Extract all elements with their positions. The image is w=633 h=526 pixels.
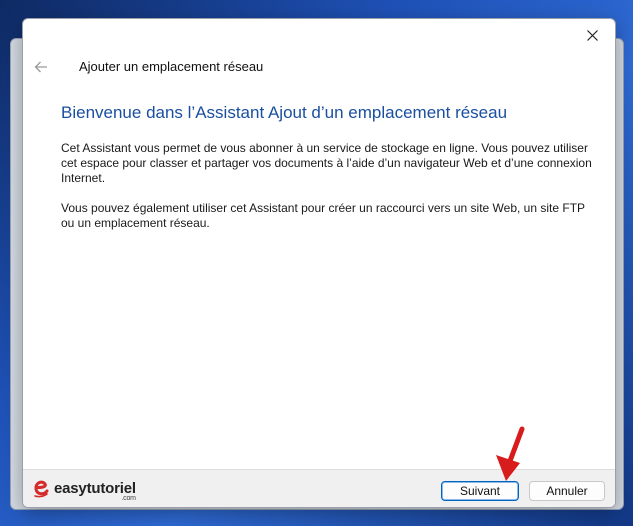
back-arrow-icon: [34, 61, 47, 73]
welcome-heading: Bienvenue dans l’Assistant Ajout d’un em…: [61, 103, 508, 122]
navigation-row: Ajouter un emplacement réseau: [23, 53, 615, 85]
close-icon: [586, 29, 598, 41]
cancel-button[interactable]: Annuler: [529, 481, 605, 501]
easytutoriel-logo-icon: [34, 480, 49, 498]
red-arrow-annotation: [496, 426, 525, 481]
dialog-title: Ajouter un emplacement réseau: [79, 59, 264, 74]
easytutoriel-logo: easytutoriel .com: [33, 476, 136, 502]
description-paragraph-1: Cet Assistant vous permet de vous abonne…: [61, 141, 592, 185]
title-bar: [23, 19, 615, 51]
wizard-content: Bienvenue dans l’Assistant Ajout d’un em…: [61, 103, 601, 246]
logo-text: easytutoriel .com: [54, 480, 136, 502]
description-paragraph-2: Vous pouvez également utiliser cet Assis…: [61, 201, 585, 230]
back-button[interactable]: [27, 55, 55, 79]
close-button[interactable]: [569, 19, 615, 51]
logo-suffix: .com: [121, 495, 136, 502]
